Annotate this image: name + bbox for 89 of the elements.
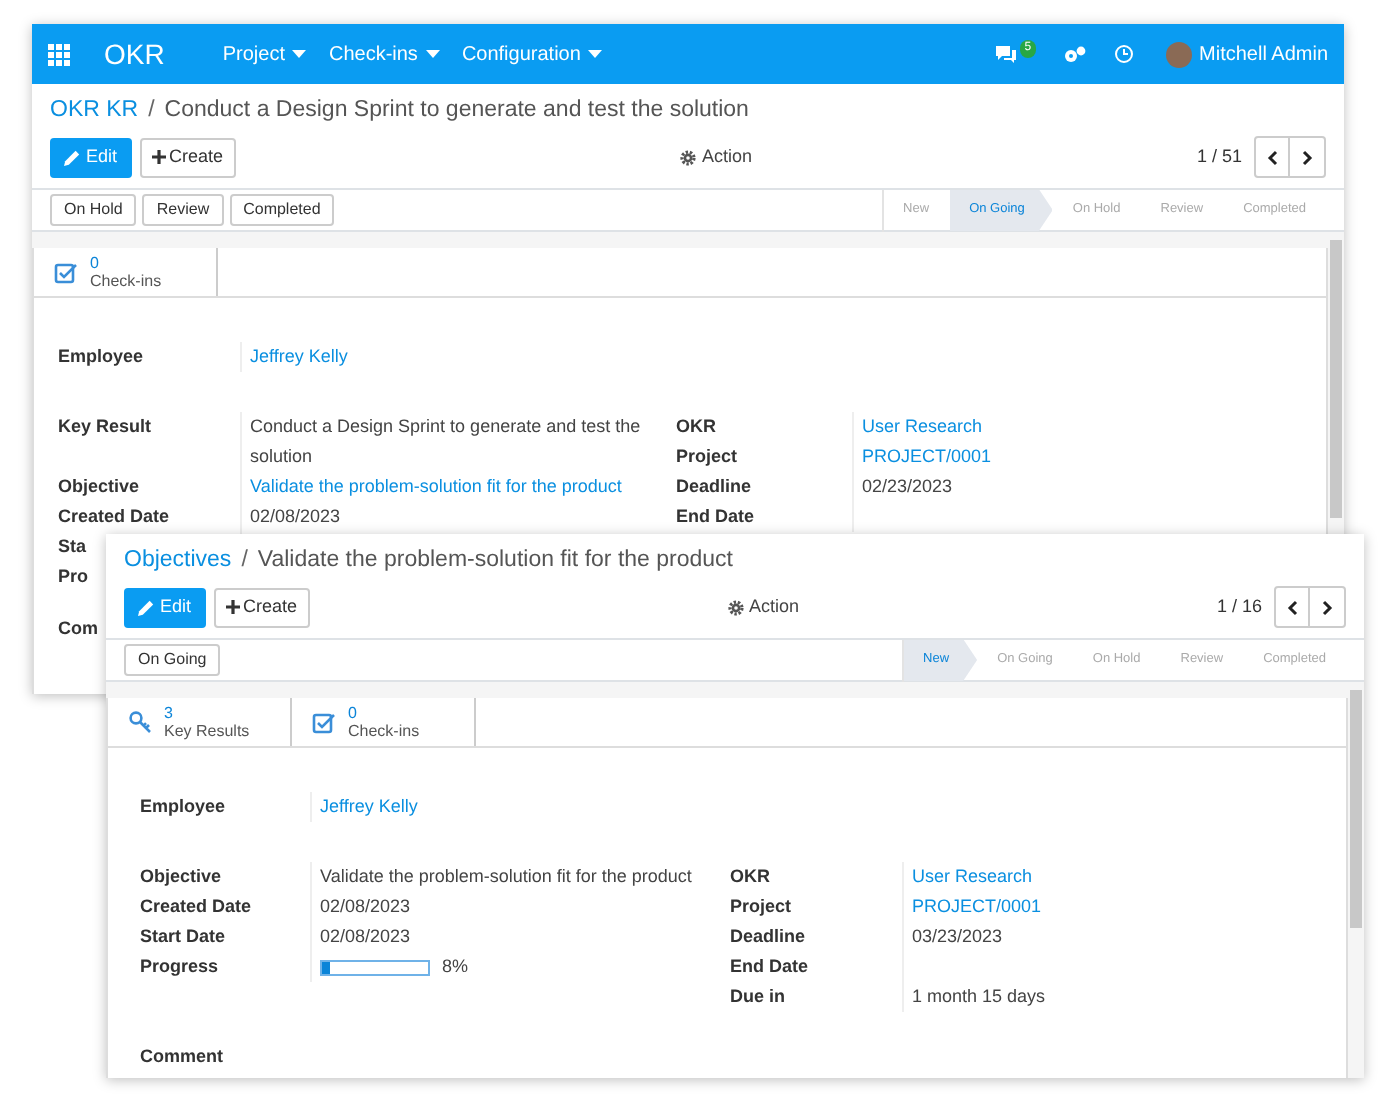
pager-counter: 1 / 51	[1196, 143, 1243, 170]
menu-item[interactable]: Check-ins	[328, 39, 440, 69]
field-label: Objective	[58, 476, 140, 496]
field-label: End Date	[676, 506, 755, 526]
status-button[interactable]: On Hold	[50, 194, 137, 226]
field-value: 1 month 15 days	[912, 984, 1046, 1010]
employee-link[interactable]: Jeffrey Kelly	[310, 792, 418, 822]
chat-icon	[994, 44, 1019, 64]
checkbox-icon	[54, 261, 78, 283]
chevron-right-icon	[1300, 149, 1315, 165]
pencil-icon	[64, 149, 80, 165]
edit-button[interactable]: Edit	[124, 587, 206, 627]
chevron-left-icon	[1285, 599, 1300, 615]
field-label: OKR	[730, 866, 770, 886]
breadcrumb-separator: /	[148, 96, 155, 127]
field-label: Deadline	[730, 926, 806, 946]
previous-button[interactable]	[1254, 136, 1291, 178]
breadcrumb-current: Conduct a Design Sprint to generate and test the solution	[164, 96, 749, 127]
field-label: Project	[676, 446, 738, 466]
field-value: Conduct a Design Sprint to generate and test the solution	[250, 414, 643, 470]
caret-icon	[425, 50, 440, 58]
field-label: Sta	[58, 536, 87, 556]
field-label: Created Date	[58, 506, 170, 526]
employee-link[interactable]: Jeffrey Kelly	[240, 342, 348, 372]
field-label: Objective	[140, 866, 222, 886]
caret-icon	[588, 50, 603, 58]
breadcrumb-current: Validate the problem-solution fit for the product	[257, 546, 733, 577]
field-value: 02/08/2023	[320, 924, 411, 950]
field-label: Start Date	[140, 926, 226, 946]
field-label: Created Date	[140, 896, 252, 916]
app-name[interactable]: OKR	[104, 33, 165, 75]
next-button[interactable]	[1290, 136, 1327, 178]
breadcrumb-link[interactable]: OKR KR	[50, 94, 139, 130]
field-link[interactable]: Validate the problem-solution fit for the product	[250, 472, 622, 502]
smart-button[interactable]: 0 Check-ins	[292, 698, 476, 746]
progress-value: 8%	[442, 954, 469, 980]
field-value: Validate the problem-solution fit for the product	[320, 864, 692, 890]
gear-icon	[727, 599, 743, 615]
field-label: Com	[58, 618, 98, 638]
field-link[interactable]: User Research	[862, 412, 983, 442]
next-button[interactable]	[1310, 586, 1347, 628]
avatar	[1165, 41, 1192, 67]
status-button[interactable]: Review	[142, 194, 224, 226]
user-name[interactable]: Mitchell Admin	[1199, 39, 1328, 69]
action-button[interactable]: Action	[680, 143, 753, 171]
chevron-left-icon	[1265, 149, 1280, 165]
field-link[interactable]: PROJECT/0001	[862, 442, 992, 472]
status-button[interactable]: Completed	[229, 194, 335, 226]
field-value: 02/08/2023	[250, 504, 341, 530]
smart-button[interactable]: 3 Key Results	[108, 698, 292, 746]
gear-icon	[680, 149, 696, 165]
field-label: End Date	[730, 956, 809, 976]
field-label: Key Result	[58, 416, 152, 436]
caret-icon	[292, 50, 307, 58]
field-label: Comment	[140, 1046, 224, 1066]
gears-icon	[1063, 45, 1086, 63]
status-button[interactable]: On Going	[124, 644, 221, 676]
plus-icon	[151, 150, 166, 164]
pencil-icon	[138, 599, 154, 615]
create-button[interactable]: Create	[139, 137, 236, 177]
breadcrumb-separator: /	[241, 546, 248, 577]
chevron-right-icon	[1320, 599, 1335, 615]
checkbox-icon	[312, 711, 336, 733]
field-label: Employee	[58, 346, 144, 366]
field-value: 02/23/2023	[862, 474, 953, 500]
field-label: OKR	[676, 416, 716, 436]
field-value: 03/23/2023	[912, 924, 1003, 950]
clock-icon	[1113, 44, 1134, 64]
smart-button[interactable]: 0 Check-ins	[34, 248, 218, 296]
key-icon	[128, 710, 152, 734]
pager-counter: 1 / 16	[1216, 593, 1263, 620]
field-label: Progress	[140, 956, 219, 976]
menu-item[interactable]: Project	[222, 39, 307, 69]
plus-icon	[225, 600, 240, 614]
field-label: Employee	[140, 796, 226, 816]
edit-button[interactable]: Edit	[50, 137, 132, 177]
field-label: Pro	[58, 566, 89, 586]
field-link[interactable]: User Research	[912, 862, 1033, 892]
breadcrumb-link[interactable]: Objectives	[124, 544, 232, 580]
action-button[interactable]: Action	[727, 593, 800, 621]
field-link[interactable]: PROJECT/0001	[912, 892, 1042, 922]
menu-item[interactable]: Configuration	[461, 39, 603, 69]
create-button[interactable]: Create	[213, 587, 310, 627]
field-value: 02/08/2023	[320, 894, 411, 920]
field-label: Project	[730, 896, 792, 916]
field-label: Deadline	[676, 476, 752, 496]
field-label: Due in	[730, 986, 786, 1006]
apps-grid-icon	[48, 43, 70, 65]
previous-button[interactable]	[1274, 586, 1311, 628]
